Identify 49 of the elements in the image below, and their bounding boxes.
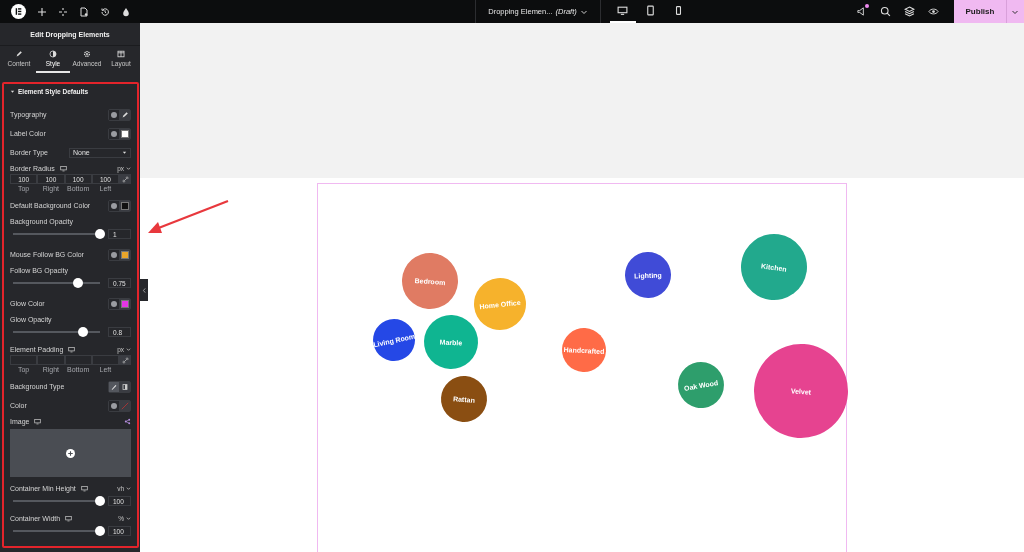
slider-handle[interactable] <box>95 496 105 506</box>
monitor-icon[interactable] <box>34 417 42 425</box>
half-circle-icon <box>49 50 57 58</box>
caret-icon <box>126 346 131 352</box>
gear-icon <box>83 50 91 58</box>
preview-eye-icon[interactable] <box>928 6 939 17</box>
caret-icon <box>126 165 131 171</box>
monitor-icon[interactable] <box>80 484 88 492</box>
monitor-icon[interactable] <box>68 345 76 353</box>
slider-handle[interactable] <box>95 526 105 536</box>
global-icon[interactable] <box>109 128 119 139</box>
brush-icon[interactable] <box>109 381 119 392</box>
color-swatch[interactable] <box>119 298 130 309</box>
megaphone-icon[interactable] <box>856 6 867 17</box>
caret-icon <box>126 485 131 491</box>
add-image-icon[interactable] <box>66 448 75 458</box>
add-icon[interactable] <box>37 6 47 17</box>
monitor-icon[interactable] <box>59 164 67 172</box>
color-swatch[interactable] <box>119 128 130 139</box>
caret-icon <box>10 89 15 94</box>
link-icon[interactable] <box>119 174 131 184</box>
slider-handle[interactable] <box>95 229 105 239</box>
global-icon[interactable] <box>109 400 119 411</box>
global-icon[interactable] <box>109 109 119 120</box>
dynamic-tags-icon[interactable] <box>124 417 131 425</box>
structure-icon[interactable] <box>58 6 68 17</box>
publish-button[interactable]: Publish <box>954 0 1006 23</box>
global-icon[interactable] <box>109 200 119 211</box>
slider-handle[interactable] <box>73 278 84 288</box>
global-icon[interactable] <box>109 249 119 260</box>
caret-icon <box>122 150 127 155</box>
logo-icon[interactable] <box>11 4 26 19</box>
color-swatch[interactable] <box>119 200 130 211</box>
slider-handle[interactable] <box>77 327 88 337</box>
caret-icon <box>126 515 131 521</box>
color-swatch[interactable] <box>119 249 130 260</box>
history-icon[interactable] <box>100 6 110 17</box>
page-icon[interactable] <box>79 6 89 17</box>
monitor-icon[interactable] <box>65 514 73 522</box>
edit-pencil-icon[interactable] <box>119 109 130 120</box>
gradient-icon[interactable] <box>119 381 130 392</box>
layout-icon <box>117 50 125 58</box>
collapse-panel-handle[interactable] <box>140 279 148 301</box>
drop-icon[interactable] <box>121 6 131 17</box>
pencil-icon <box>15 50 23 58</box>
global-icon[interactable] <box>109 298 119 309</box>
link-icon[interactable] <box>119 355 131 365</box>
search-icon[interactable] <box>880 6 891 17</box>
layers-icon[interactable] <box>904 6 915 17</box>
